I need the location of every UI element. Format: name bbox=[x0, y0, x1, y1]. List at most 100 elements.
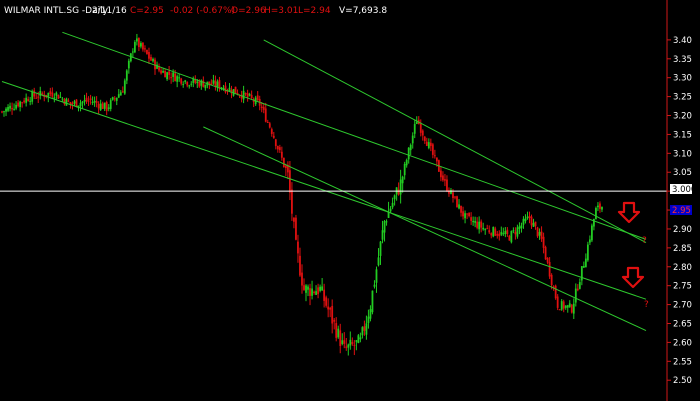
candle-body bbox=[190, 83, 193, 85]
candle-body bbox=[427, 142, 430, 149]
candle-body bbox=[319, 286, 322, 291]
candle-body bbox=[421, 130, 424, 136]
price-tick-label: 3.05 bbox=[673, 168, 692, 178]
candle-body bbox=[248, 94, 251, 96]
candle-body bbox=[178, 77, 181, 79]
candle-body bbox=[458, 204, 460, 209]
candle-body bbox=[377, 257, 380, 266]
candle-body bbox=[144, 48, 146, 50]
candle-body bbox=[506, 229, 509, 234]
candle-body bbox=[311, 288, 313, 296]
candle-body bbox=[482, 227, 485, 230]
candle-body bbox=[546, 257, 549, 263]
candle-body bbox=[59, 96, 62, 98]
candle-body bbox=[89, 98, 92, 100]
candle-body bbox=[176, 76, 179, 82]
candle-body bbox=[244, 93, 247, 95]
candle-body bbox=[174, 73, 177, 82]
candle-body bbox=[309, 288, 311, 296]
candle-body bbox=[574, 288, 577, 303]
candle-body bbox=[504, 231, 507, 235]
candle-body bbox=[180, 78, 183, 84]
question-mark: ? bbox=[642, 236, 647, 246]
candle-body bbox=[162, 70, 164, 73]
candle-body bbox=[170, 77, 173, 79]
candle-body bbox=[588, 239, 591, 243]
candle-body bbox=[375, 269, 378, 283]
candle-body bbox=[578, 282, 581, 289]
candle-body bbox=[246, 93, 249, 98]
candle-body bbox=[484, 229, 487, 231]
candle-body bbox=[133, 42, 136, 53]
candle-body bbox=[403, 163, 406, 176]
candle-body bbox=[500, 232, 503, 235]
candle-body bbox=[456, 196, 458, 208]
candle-body bbox=[280, 151, 283, 158]
candle-body bbox=[474, 221, 477, 223]
candle-body bbox=[572, 303, 575, 314]
candle-body bbox=[91, 101, 94, 103]
candle-body bbox=[597, 205, 599, 208]
candle-body bbox=[367, 316, 370, 324]
candle-body bbox=[560, 301, 563, 310]
candle-body bbox=[586, 244, 589, 261]
candle-body bbox=[160, 70, 162, 74]
candle-body bbox=[198, 81, 201, 87]
candle-body bbox=[472, 220, 475, 223]
candle-body bbox=[540, 231, 543, 239]
candle-body bbox=[409, 144, 412, 151]
candle-body bbox=[212, 80, 215, 84]
candle-body bbox=[81, 101, 84, 104]
low-value: L=2.94 bbox=[298, 6, 331, 16]
candle-body bbox=[385, 221, 388, 223]
candle-body bbox=[530, 216, 533, 226]
candle-body bbox=[425, 141, 428, 146]
candle-body bbox=[327, 306, 330, 310]
candle-body bbox=[57, 94, 60, 99]
candle-body bbox=[276, 145, 279, 150]
candle-body bbox=[446, 179, 448, 191]
candle-body bbox=[554, 285, 557, 299]
candle-body bbox=[7, 107, 9, 111]
candle-body bbox=[218, 80, 221, 89]
volume-value: V=7,693.8 bbox=[339, 6, 387, 16]
candle-body bbox=[105, 101, 108, 111]
highlight-price-label: 2.95 bbox=[672, 206, 691, 216]
candle-body bbox=[476, 221, 479, 228]
candle-body bbox=[544, 247, 547, 260]
candle-body bbox=[381, 230, 384, 240]
candle-body bbox=[407, 147, 410, 160]
price-chart: 3.403.353.303.253.203.153.103.053.002.95… bbox=[0, 0, 700, 401]
candle-body bbox=[415, 121, 418, 124]
candle-body bbox=[35, 97, 38, 99]
candle-body bbox=[510, 231, 513, 243]
candle-body bbox=[127, 60, 130, 69]
candle-body bbox=[11, 107, 13, 110]
candle-body bbox=[321, 286, 324, 291]
candle-body bbox=[299, 255, 301, 276]
high-value: H=3.01 bbox=[264, 6, 298, 16]
candle-body bbox=[216, 81, 219, 88]
candle-body bbox=[488, 230, 491, 233]
candle-body bbox=[564, 305, 567, 308]
candle-body bbox=[148, 51, 150, 59]
candle-body bbox=[186, 82, 189, 86]
candle-body bbox=[131, 51, 134, 53]
candle-body bbox=[97, 103, 100, 109]
candle-body bbox=[142, 42, 144, 50]
candle-body bbox=[520, 225, 523, 229]
candle-body bbox=[113, 98, 116, 100]
candle-body bbox=[9, 105, 11, 109]
candle-body bbox=[109, 100, 112, 109]
candle-body bbox=[119, 92, 122, 96]
candle-body bbox=[502, 233, 505, 235]
candle-body bbox=[536, 227, 539, 237]
candle-body bbox=[204, 84, 207, 89]
candle-body bbox=[224, 85, 227, 93]
candle-body bbox=[315, 291, 317, 295]
candle-body bbox=[289, 170, 291, 193]
candle-body bbox=[79, 102, 82, 107]
candle-body bbox=[528, 216, 531, 219]
candle-body bbox=[71, 103, 74, 105]
candle-body bbox=[37, 96, 40, 98]
